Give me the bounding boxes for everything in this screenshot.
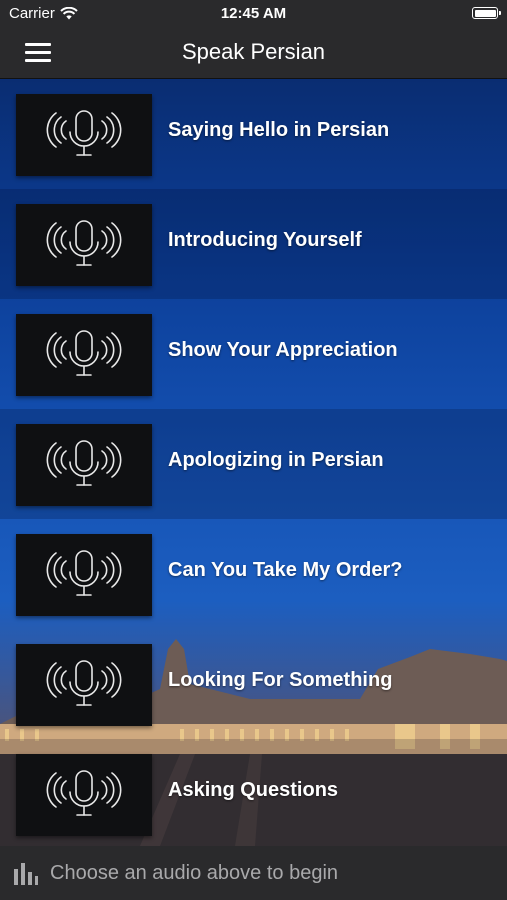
audio-player-bar: Choose an audio above to begin: [0, 846, 507, 900]
lesson-thumbnail: [16, 754, 152, 836]
lesson-list[interactable]: Saying Hello in Persian Introducing Your…: [0, 79, 507, 846]
microphone-icon: [46, 440, 122, 486]
lesson-thumbnail: [16, 204, 152, 286]
audio-bars-icon: [14, 863, 38, 885]
lesson-title: Can You Take My Order?: [168, 559, 403, 581]
microphone-icon: [46, 660, 122, 706]
lesson-item-take-my-order[interactable]: Can You Take My Order?: [0, 519, 507, 629]
lesson-thumbnail: [16, 94, 152, 176]
lesson-item-apologizing[interactable]: Apologizing in Persian: [0, 409, 507, 519]
microphone-icon: [46, 110, 122, 156]
page-title: Speak Persian: [181, 39, 326, 64]
lesson-item-saying-hello[interactable]: Saying Hello in Persian: [0, 79, 507, 189]
navigation-bar: Speak Persian: [0, 28, 507, 79]
player-status-message: Choose an audio above to begin: [50, 862, 339, 884]
status-bar: Carrier 12:45 AM: [0, 0, 507, 28]
lesson-title: Introducing Yourself: [168, 229, 362, 251]
lesson-thumbnail: [16, 534, 152, 616]
microphone-icon: [46, 220, 122, 266]
lesson-item-looking-for-something[interactable]: Looking For Something: [0, 629, 507, 739]
clock: 12:45 AM: [220, 5, 287, 22]
lesson-title: Show Your Appreciation: [168, 339, 398, 361]
lesson-thumbnail: [16, 314, 152, 396]
lesson-item-asking-questions[interactable]: Asking Questions: [0, 739, 507, 846]
lesson-title: Apologizing in Persian: [168, 449, 384, 471]
lesson-thumbnail: [16, 424, 152, 506]
battery-icon: [472, 7, 501, 19]
lesson-title: Saying Hello in Persian: [168, 119, 390, 141]
lesson-thumbnail: [16, 644, 152, 726]
microphone-icon: [46, 550, 122, 596]
lesson-item-introducing-yourself[interactable]: Introducing Yourself: [0, 189, 507, 299]
microphone-icon: [46, 770, 122, 816]
lesson-title: Looking For Something: [168, 669, 393, 691]
lesson-title: Asking Questions: [168, 779, 339, 801]
lesson-item-show-appreciation[interactable]: Show Your Appreciation: [0, 299, 507, 409]
microphone-icon: [46, 330, 122, 376]
